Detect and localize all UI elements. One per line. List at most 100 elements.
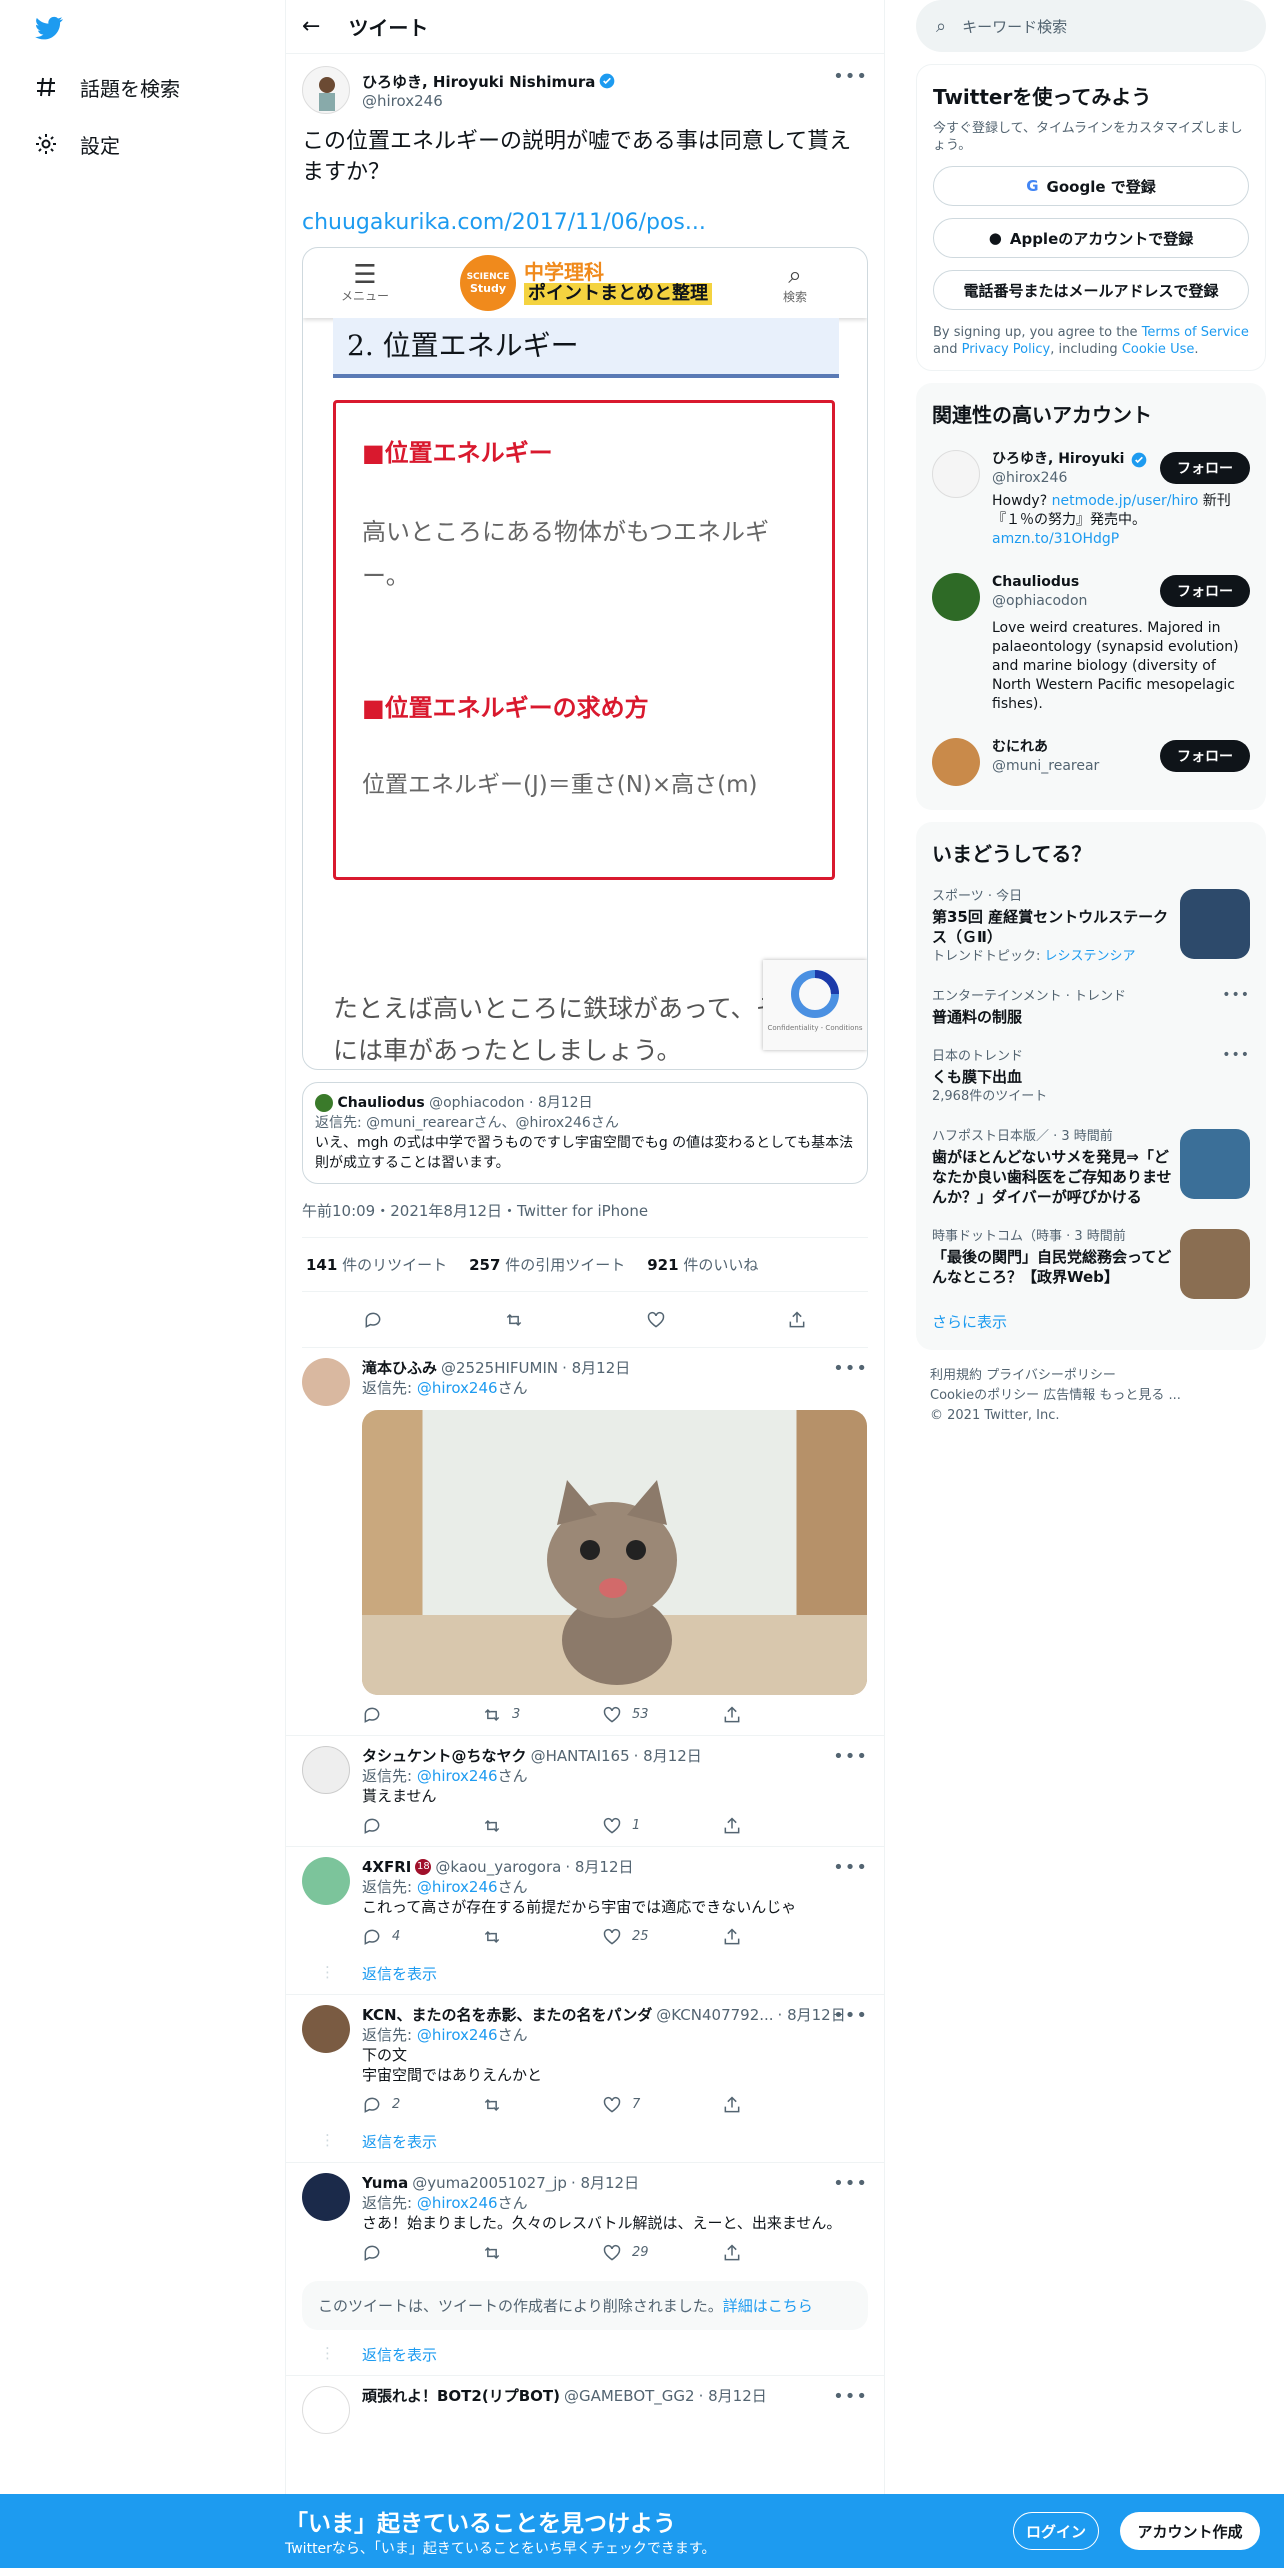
quote-count[interactable]: 257 件の引用ツイート — [469, 1254, 625, 1275]
twitter-logo-icon[interactable] — [33, 14, 65, 42]
account-item[interactable]: Chauliodus @ophiacodon Love weird creatu… — [932, 561, 1250, 726]
account-item[interactable]: むにれあ @muni_rearear フォロー — [932, 726, 1250, 798]
reply-button[interactable]: 4 — [362, 1927, 422, 1947]
show-replies-link[interactable]: 返信を表示 — [286, 2125, 884, 2163]
avatar[interactable] — [302, 2005, 350, 2053]
reply-handle[interactable]: @2525HIFUMIN — [441, 1358, 558, 1378]
avatar[interactable] — [302, 2173, 350, 2221]
nav-explore[interactable]: 話題を検索 — [34, 67, 180, 107]
trend-item[interactable]: 日本のトレンド くも膜下出血 2,968件のツイート ••• — [932, 1037, 1250, 1117]
reply-to-link[interactable]: @hirox246 — [417, 1767, 498, 1785]
retweet-button[interactable] — [482, 1927, 542, 1947]
show-replies-link[interactable]: 返信を表示 — [286, 1957, 884, 1995]
reply-to-link[interactable]: @hirox246 — [417, 1878, 498, 1896]
reply-date[interactable]: · 8月12日 — [565, 1857, 633, 1877]
reply-author-name[interactable]: Yuma — [362, 2173, 408, 2193]
reply-tweet[interactable]: 滝本ひふみ @2525HIFUMIN · 8月12日 返信先: @hirox246さ… — [286, 1348, 884, 1736]
trend-topic-link[interactable]: レシステンシア — [1045, 949, 1136, 964]
like-count[interactable]: 921 件のいいね — [647, 1254, 758, 1275]
like-button[interactable]: 25 — [602, 1927, 662, 1947]
follow-button[interactable]: フォロー — [1160, 575, 1250, 607]
more-options-icon[interactable]: ••• — [833, 1857, 868, 1878]
share-button[interactable] — [722, 2095, 782, 2115]
reply-icon[interactable] — [363, 1310, 383, 1330]
reply-tweet[interactable]: タシュケント@ちなヤク @HANTAI165 · 8月12日 返信先: @hirox… — [286, 1736, 884, 1847]
reply-handle[interactable]: @yuma20051027_jp — [412, 2173, 567, 2193]
retweet-count[interactable]: 141 件のリツイート — [306, 1254, 447, 1275]
reply-date[interactable]: · 8月12日 — [571, 2173, 639, 2193]
like-icon[interactable] — [646, 1310, 666, 1330]
recaptcha-badge[interactable]: Confidentiality - Conditions — [763, 960, 867, 1050]
avatar[interactable] — [932, 450, 980, 498]
avatar[interactable] — [932, 573, 980, 621]
like-button[interactable]: 1 — [602, 1816, 662, 1836]
share-icon[interactable] — [787, 1310, 807, 1330]
reply-date[interactable]: · 8月12日 — [562, 1358, 630, 1378]
trend-item[interactable]: 時事ドットコム（時事 · 3 時間前 「最後の関門」自民党総務会ってどんなところ… — [932, 1217, 1250, 1299]
more-options-icon[interactable]: ••• — [833, 2386, 868, 2407]
tweet-link[interactable]: chuugakurika.com/2017/11/06/pos... — [302, 210, 868, 235]
tweet-timestamp[interactable]: 午前10:09・2021年8月12日・Twitter for iPhone — [302, 1184, 868, 1238]
reply-date[interactable]: · 8月12日 — [634, 1746, 702, 1766]
search-input[interactable]: キーワード検索 — [962, 16, 1067, 37]
like-button[interactable]: 53 — [602, 1705, 662, 1725]
learn-more-link[interactable]: 詳細はこちら — [723, 2297, 813, 2315]
reply-to-link[interactable]: @hirox246 — [417, 1379, 498, 1397]
reply-tweet[interactable]: Yuma @yuma20051027_jp · 8月12日 返信先: @hirox2… — [286, 2163, 884, 2273]
reply-to-link[interactable]: @hirox246 — [417, 2026, 498, 2044]
trend-item[interactable]: スポーツ · 今日 第35回 産経賞セントウルステークス（ＧⅡ） トレンドトピッ… — [932, 877, 1250, 977]
bio-link[interactable]: netmode.jp/user/hiro — [1052, 493, 1199, 509]
reply-handle[interactable]: @GAMEBOT_GG2 — [564, 2386, 695, 2406]
trend-item[interactable]: ハフポスト日本版／ · 3 時間前 歯がほとんどないサメを発見⇒「どなたか良い歯… — [932, 1117, 1250, 1217]
avatar[interactable] — [302, 1746, 350, 1794]
reply-author-name[interactable]: 4XFRI — [362, 1857, 411, 1877]
search-box[interactable]: ⌕ キーワード検索 — [916, 0, 1266, 52]
link-card[interactable]: ☰ メニュー SCIENCE Study 中学理科 ポイントまとめと整理 ⌕ 検索 — [302, 247, 868, 1070]
signup-button[interactable]: アカウント作成 — [1120, 2512, 1260, 2550]
share-button[interactable] — [722, 1816, 782, 1836]
share-button[interactable] — [722, 1705, 782, 1725]
footer-links[interactable]: 利用規約 プライバシーポリシー — [930, 1366, 1252, 1386]
retweet-button[interactable] — [482, 2243, 542, 2263]
reply-handle[interactable]: @KCN407792... — [656, 2005, 773, 2025]
google-signup-button[interactable]: G Google で登録 — [933, 166, 1249, 206]
reply-tweet[interactable]: KCN、またの名を赤影、またの名をパンダ @KCN407792... · 8月12日… — [286, 1995, 884, 2125]
like-button[interactable]: 29 — [602, 2243, 662, 2263]
avatar[interactable] — [302, 1358, 350, 1406]
more-options-icon[interactable]: ••• — [833, 2005, 868, 2026]
terms-link[interactable]: Terms of Service — [1142, 325, 1249, 340]
reply-button[interactable] — [362, 1816, 422, 1836]
trend-item[interactable]: エンターテインメント · トレンド 普通料の制服 ••• — [932, 977, 1250, 1037]
reply-author-name[interactable]: 滝本ひふみ — [362, 1358, 437, 1378]
reply-author-name[interactable]: 頑張れよ！BOT2(リプBOT) — [362, 2386, 560, 2406]
more-options-icon[interactable]: ••• — [833, 66, 868, 87]
like-button[interactable]: 7 — [602, 2095, 662, 2115]
reply-image[interactable] — [362, 1410, 867, 1695]
account-item[interactable]: ひろゆき, Hiroyuki N @hirox246 Howdy? netmod… — [932, 438, 1250, 561]
follow-button[interactable]: フォロー — [1160, 452, 1250, 484]
more-options-icon[interactable]: ••• — [833, 1746, 868, 1767]
quoted-reply[interactable]: Chauliodus @ophiacodon · 8月12日 返信先: @mun… — [302, 1082, 868, 1184]
reply-button[interactable]: 2 — [362, 2095, 422, 2115]
footer-links[interactable]: Cookieのポリシー 広告情報 もっと見る ... — [930, 1386, 1252, 1406]
phone-signup-button[interactable]: 電話番号またはメールアドレスで登録 — [933, 270, 1249, 310]
more-options-icon[interactable]: ••• — [833, 1358, 868, 1379]
reply-tweet[interactable]: 頑張れよ！BOT2(リプBOT) @GAMEBOT_GG2 · 8月12日 ••• — [286, 2376, 884, 2444]
back-arrow-icon[interactable]: ← — [302, 14, 320, 39]
privacy-link[interactable]: Privacy Policy — [962, 342, 1051, 357]
cookie-link[interactable]: Cookie Use — [1122, 342, 1195, 357]
avatar[interactable] — [302, 1857, 350, 1905]
more-options-icon[interactable]: ••• — [1222, 1045, 1250, 1065]
author-handle[interactable]: @hirox246 — [362, 92, 615, 110]
reply-button[interactable] — [362, 2243, 422, 2263]
show-replies-link[interactable]: 返信を表示 — [286, 2338, 884, 2376]
avatar[interactable] — [302, 2386, 350, 2434]
avatar[interactable] — [932, 738, 980, 786]
retweet-button[interactable]: 3 — [482, 1705, 542, 1725]
nav-settings[interactable]: 設定 — [34, 124, 120, 164]
login-button[interactable]: ログイン — [1013, 2512, 1099, 2550]
author-name[interactable]: ひろゆき, Hiroyuki Nishimura — [362, 71, 615, 92]
more-options-icon[interactable]: ••• — [833, 2173, 868, 2194]
share-button[interactable] — [722, 1927, 782, 1947]
retweet-button[interactable] — [482, 2095, 542, 2115]
